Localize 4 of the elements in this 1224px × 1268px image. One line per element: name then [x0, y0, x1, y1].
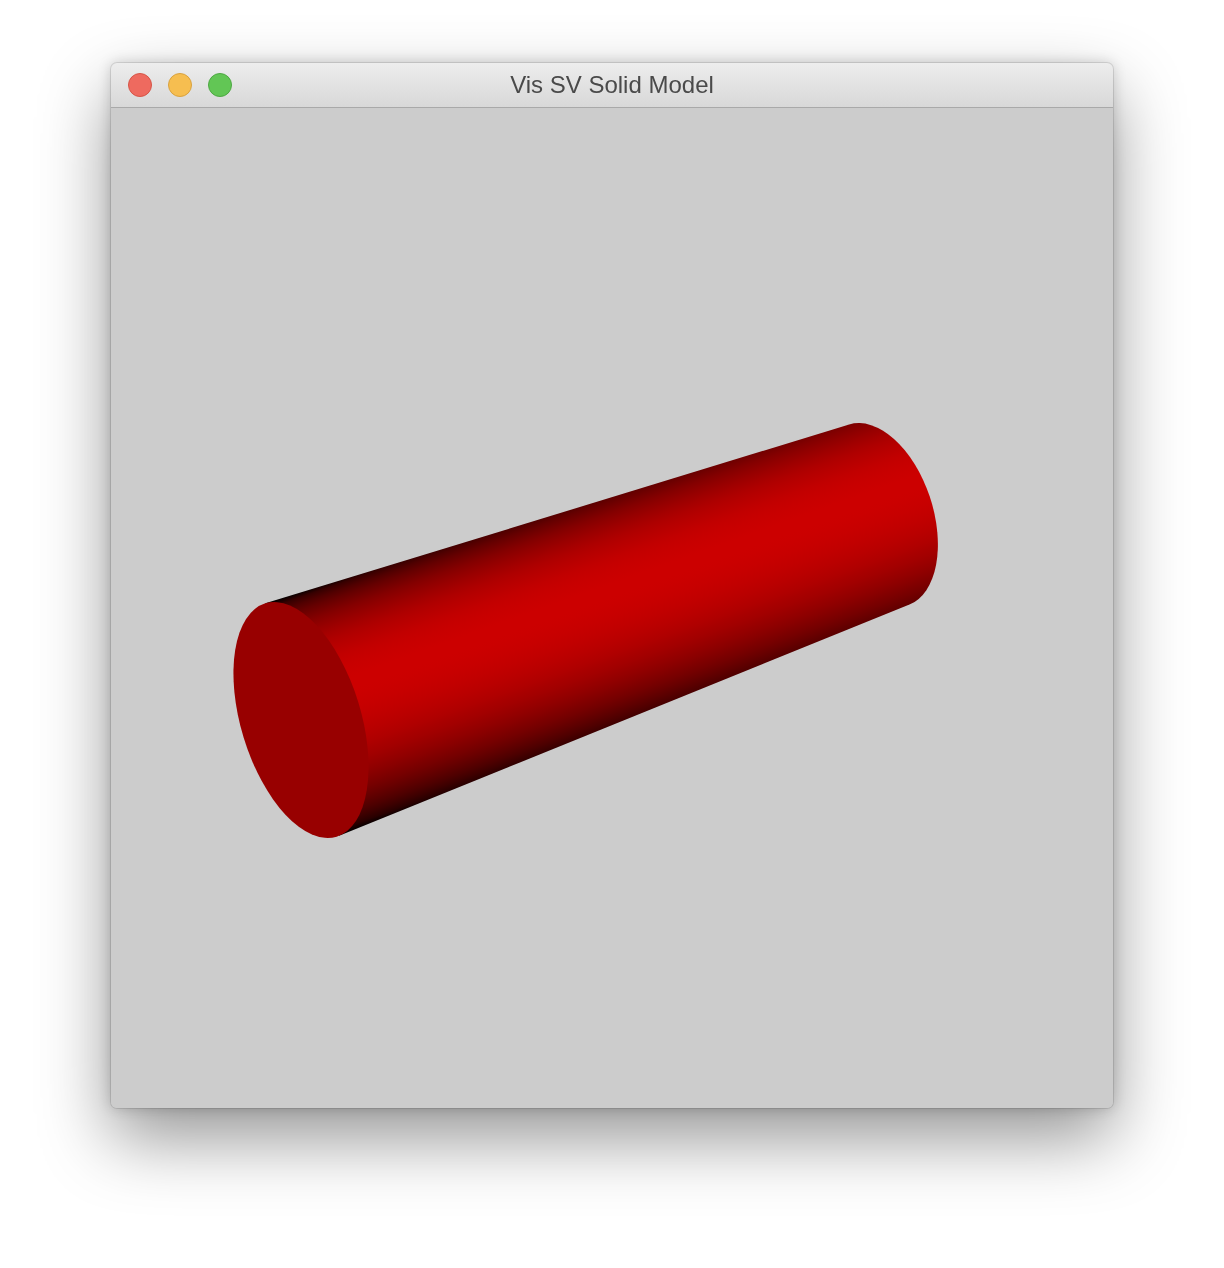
minimize-button[interactable] [168, 73, 192, 97]
close-button[interactable] [128, 73, 152, 97]
zoom-button[interactable] [208, 73, 232, 97]
window-title: Vis SV Solid Model [510, 71, 714, 99]
